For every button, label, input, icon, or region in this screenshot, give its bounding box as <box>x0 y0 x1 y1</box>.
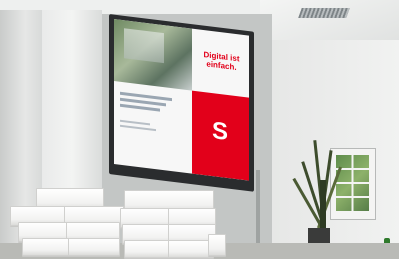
product-box <box>208 234 226 256</box>
photo-scene: Digital ist einfach. S <box>0 0 399 259</box>
slide-text-line <box>120 124 156 132</box>
product-box <box>68 238 120 256</box>
plant-stem <box>320 180 326 232</box>
product-box <box>22 238 70 256</box>
brand-logo-icon: S <box>211 117 228 146</box>
slide-brand-panel: S <box>192 90 249 181</box>
tv-screen: Digital ist einfach. S <box>114 19 249 181</box>
wall-picture <box>330 148 376 220</box>
ceiling-vent <box>298 8 350 18</box>
slide-photo <box>114 19 192 91</box>
wall-picture-image <box>336 155 369 211</box>
slide-headline: Digital ist einfach. <box>203 49 240 73</box>
product-box <box>124 240 172 258</box>
